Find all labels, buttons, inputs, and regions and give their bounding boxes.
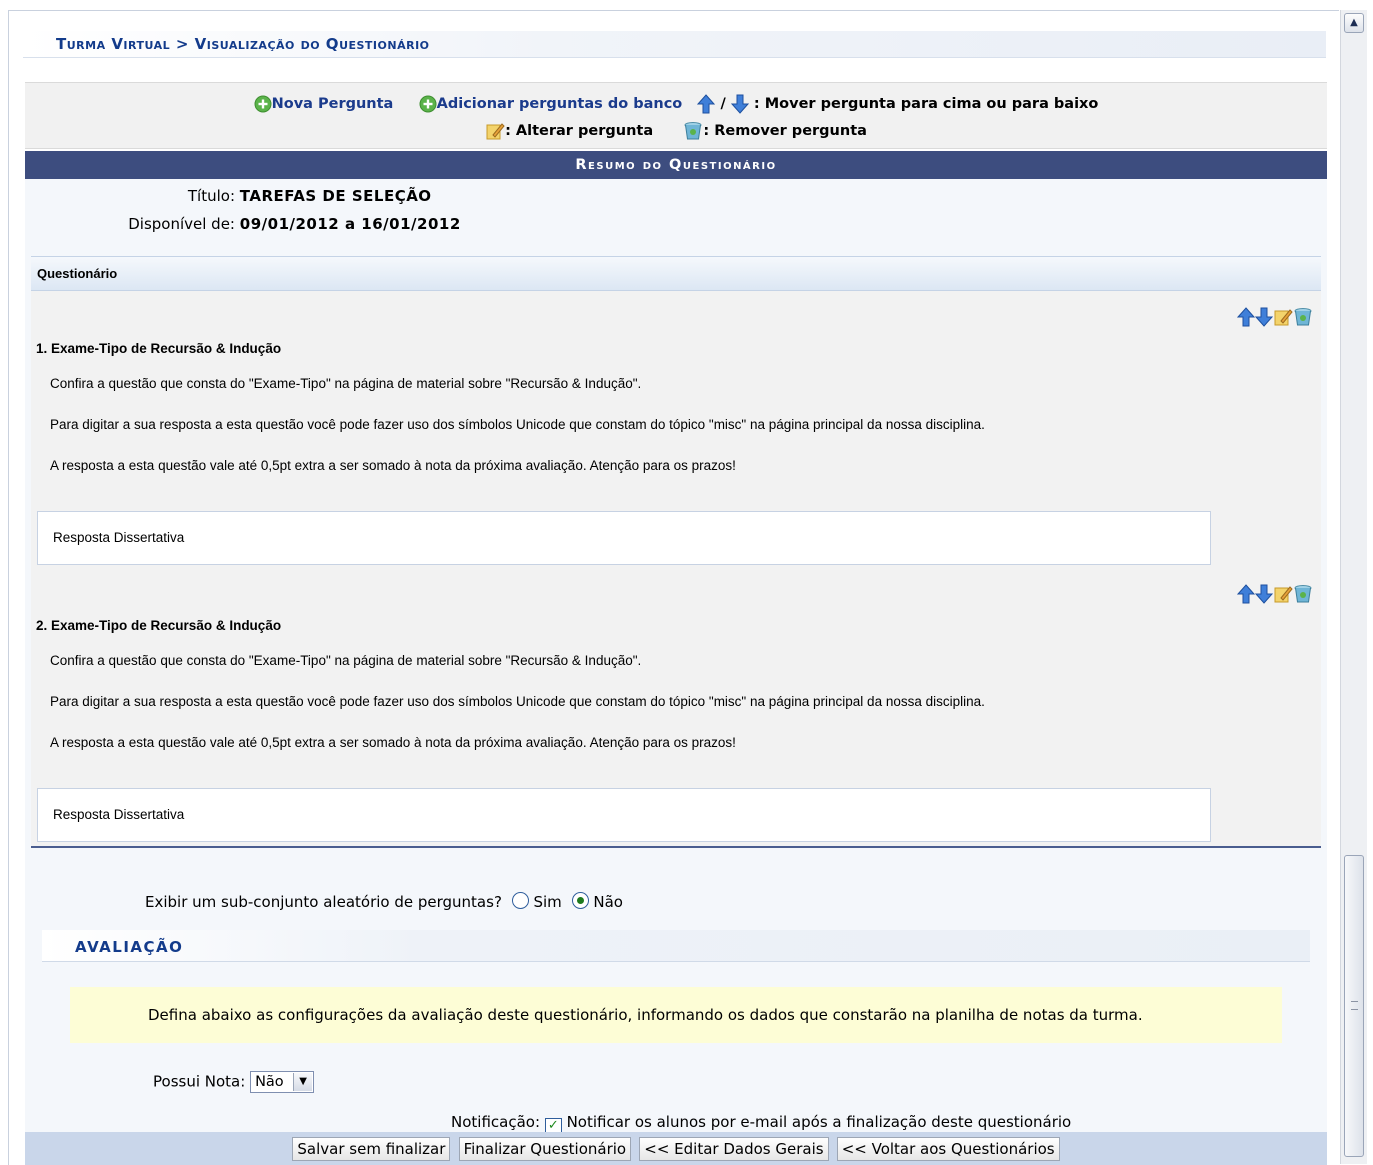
evaluation-header-text: Avaliação <box>75 938 184 956</box>
vertical-scrollbar[interactable]: ▲ <box>1340 10 1367 1164</box>
question-text-line: Para digitar a sua resposta a esta quest… <box>50 694 985 709</box>
edit-legend-text: : Alterar pergunta <box>505 123 654 139</box>
question-item: 2. Exame-Tipo de Recursão & Indução Conf… <box>31 568 1321 845</box>
new-question-link[interactable]: Nova Pergunta <box>254 95 399 113</box>
radio-yes[interactable] <box>511 892 529 909</box>
new-question-label: Nova Pergunta <box>271 96 394 112</box>
title-value: TAREFAS DE SELEÇÃO <box>239 187 432 205</box>
answer-type: Resposta Dissertativa <box>53 807 185 822</box>
action-legend: Nova Pergunta Adicionar perguntas do ban… <box>25 82 1327 149</box>
question-text-line: Para digitar a sua resposta a esta quest… <box>50 417 985 432</box>
evaluation-info-text: Defina abaixo as configurações da avalia… <box>148 1006 1143 1024</box>
question-text-line: Confira a questão que consta do "Exame-T… <box>50 653 642 668</box>
questionnaire-header-text: Questionário <box>37 266 118 281</box>
edit-pencil-icon[interactable] <box>1273 584 1293 604</box>
breadcrumb: Turma Virtual > Visualização do Question… <box>23 31 1326 58</box>
has-grade-value: Não <box>255 1074 284 1090</box>
plus-circle-icon <box>254 95 272 113</box>
evaluation-header: Avaliação <box>42 930 1310 962</box>
trash-bin-icon[interactable] <box>1293 307 1313 327</box>
questionnaire-panel: Questionário 1. Exame-Tipo de Recursão &… <box>31 256 1321 848</box>
button-bar: Salvar sem finalizar Finalizar Questioná… <box>25 1132 1327 1165</box>
question-title: 1. Exame-Tipo de Recursão & Indução <box>36 341 282 356</box>
back-to-questionnaires-button[interactable]: << Voltar aos Questionários <box>836 1137 1060 1161</box>
notification-text: Notificar os alunos por e-mail após a fi… <box>566 1113 1072 1131</box>
edit-general-data-button[interactable]: << Editar Dados Gerais <box>639 1137 829 1161</box>
remove-legend-text: : Remover pergunta <box>703 123 867 139</box>
radio-yes-label: Sim <box>533 893 562 911</box>
radio-no-label: Não <box>593 893 623 911</box>
title-label: Título: <box>187 187 235 205</box>
answer-type: Resposta Dissertativa <box>53 530 185 545</box>
answer-box: Resposta Dissertativa <box>37 788 1211 842</box>
answer-box: Resposta Dissertativa <box>37 511 1211 565</box>
question-text-line: A resposta a esta questão vale até 0,5pt… <box>50 458 736 473</box>
question-actions <box>1236 584 1313 607</box>
arrow-down-icon[interactable] <box>1254 584 1274 604</box>
has-grade-label: Possui Nota: <box>153 1072 246 1091</box>
scroll-thumb[interactable] <box>1344 855 1364 1157</box>
arrow-up-icon[interactable] <box>1236 584 1256 604</box>
random-subset-label: Exibir um sub-conjunto aleatório de perg… <box>145 893 502 911</box>
scroll-up-button[interactable]: ▲ <box>1344 13 1364 33</box>
radio-no[interactable] <box>571 892 589 909</box>
legend-separator: / <box>720 96 726 112</box>
breadcrumb-text: Turma Virtual > Visualização do Question… <box>56 35 430 53</box>
edit-pencil-icon[interactable] <box>1273 307 1293 327</box>
notification-label: Notificação: <box>451 1113 541 1131</box>
save-without-finalizing-button[interactable]: Salvar sem finalizar <box>292 1137 451 1161</box>
arrow-up-icon <box>697 94 716 114</box>
arrow-down-icon[interactable] <box>1254 307 1274 327</box>
edit-pencil-icon <box>486 123 505 140</box>
summary-panel: Título: TAREFAS DE SELEÇÃO Disponível de… <box>25 179 1327 1165</box>
chevron-down-icon: ▼ <box>293 1073 313 1091</box>
move-legend-text: : Mover pergunta para cima ou para baixo <box>753 96 1099 112</box>
random-subset-row: Exibir um sub-conjunto aleatório de perg… <box>145 892 623 911</box>
title-row: Título: TAREFAS DE SELEÇÃO <box>25 187 432 205</box>
add-from-bank-link[interactable]: Adicionar perguntas do banco <box>419 95 688 113</box>
has-grade-select[interactable]: Não ▼ <box>250 1071 315 1093</box>
available-row: Disponível de: 09/01/2012 a 16/01/2012 <box>25 215 461 233</box>
add-from-bank-label: Adicionar perguntas do banco <box>436 96 683 112</box>
grip-icon <box>1351 1001 1358 1010</box>
question-text-line: A resposta a esta questão vale até 0,5pt… <box>50 735 736 750</box>
trash-bin-icon[interactable] <box>1293 584 1313 604</box>
trash-bin-icon <box>684 122 702 140</box>
question-title: 2. Exame-Tipo de Recursão & Indução <box>36 618 282 633</box>
arrow-up-icon[interactable] <box>1236 307 1256 327</box>
finalize-questionnaire-button[interactable]: Finalizar Questionário <box>458 1137 632 1161</box>
question-actions <box>1236 307 1313 330</box>
summary-header-text: Resumo do Questionário <box>575 157 777 173</box>
plus-circle-icon <box>419 95 437 113</box>
has-grade-row: Possui Nota: Não ▼ <box>153 1071 315 1093</box>
summary-header: Resumo do Questionário <box>25 151 1327 179</box>
question-item: 1. Exame-Tipo de Recursão & Indução Conf… <box>31 291 1321 568</box>
arrow-down-icon <box>730 94 749 114</box>
page-frame: Turma Virtual > Visualização do Question… <box>8 10 1339 1165</box>
available-label: Disponível de: <box>128 215 235 233</box>
evaluation-info-box: Defina abaixo as configurações da avalia… <box>70 987 1282 1043</box>
available-value: 09/01/2012 a 16/01/2012 <box>239 215 461 233</box>
questionnaire-header: Questionário <box>31 256 1321 291</box>
question-text-line: Confira a questão que consta do "Exame-T… <box>50 376 642 391</box>
